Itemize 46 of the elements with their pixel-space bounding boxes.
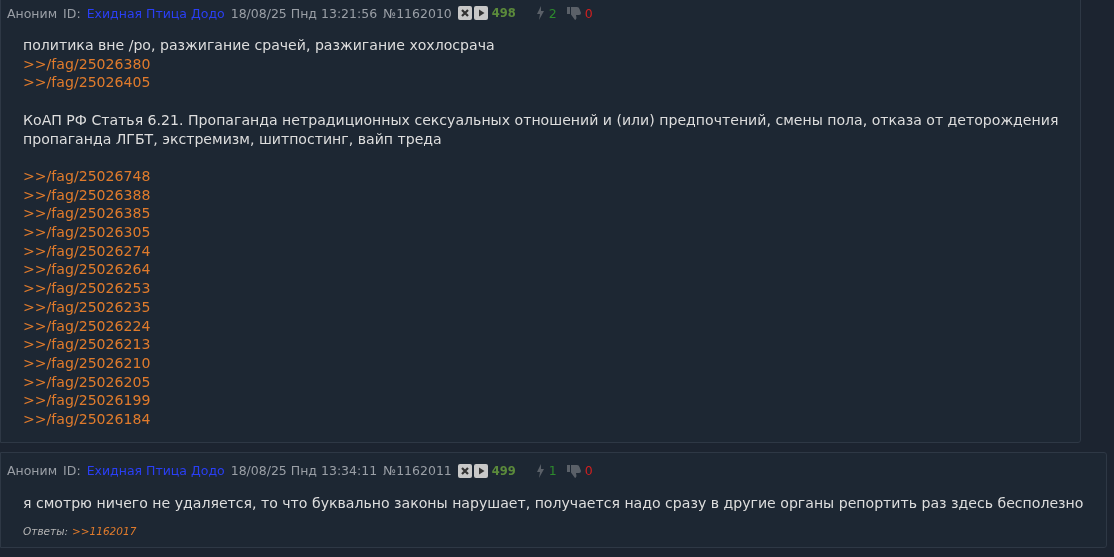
poster-id: Ехидная Птица Додо <box>86 463 225 479</box>
post-text: я смотрю ничего не удаляется, то что буквально законы нарушает, получается надо сразу в другие органы репортить раз здесь бесполезно <box>23 493 1084 513</box>
post-date: 18/08/25 Пнд 13:21:56 <box>230 5 378 21</box>
quote-link[interactable]: >>/fag/25026235 <box>23 297 151 317</box>
post-text: пропаганда ЛГБТ, экстремизм, шитпостинг, вайп треда <box>23 129 442 149</box>
quote-link[interactable]: >>/fag/25026199 <box>23 391 151 411</box>
play-icon[interactable] <box>473 463 488 478</box>
play-icon[interactable] <box>473 6 488 20</box>
quote-link[interactable]: >>/fag/25026385 <box>23 204 151 223</box>
lightning-icon[interactable] <box>535 463 545 478</box>
author-name: Аноним <box>7 5 58 21</box>
replies-label: Ответы: <box>23 525 68 538</box>
dislike-count: 0 <box>584 5 593 21</box>
quote-link[interactable]: >>/fag/25026253 <box>23 279 151 298</box>
poster-id: Ехидная Птица Додо <box>86 5 225 21</box>
like-count: 2 <box>548 5 557 21</box>
dislike-count: 0 <box>584 463 593 479</box>
quote-link[interactable]: >>/fag/25026210 <box>23 353 151 373</box>
post-date: 18/08/25 Пнд 13:34:11 <box>230 463 378 479</box>
post-index: 499 <box>491 463 516 478</box>
quote-link[interactable]: >>/fag/25026184 <box>23 410 151 429</box>
close-icon[interactable] <box>457 463 472 478</box>
post-text: политика вне /ро, разжигание срачей, разжигание хохлосрача <box>23 36 495 55</box>
post-number[interactable]: №1162010 <box>383 5 452 21</box>
lightning-icon[interactable] <box>535 6 545 20</box>
thumbs-down-icon[interactable] <box>566 6 581 20</box>
quote-link[interactable]: >>/fag/25026213 <box>23 335 151 354</box>
thumbs-down-icon[interactable] <box>566 463 581 478</box>
post-text: КоАП РФ Статья 6.21. Пропаганда нетрадиционных сексуальных отношений и (или) предпочтений, смены пола, отказа от деторождения <box>23 110 1059 130</box>
quote-link[interactable]: >>/fag/25026748 <box>23 166 151 186</box>
quote-link[interactable]: >>/fag/25026224 <box>23 316 151 336</box>
quote-link[interactable]: >>/fag/25026205 <box>23 372 151 392</box>
reply-link[interactable]: >>1162017 <box>72 525 137 538</box>
id-label: ID: <box>63 5 81 21</box>
id-label: ID: <box>63 463 81 479</box>
quote-link[interactable]: >>/fag/25026264 <box>23 260 151 280</box>
quote-link[interactable]: >>/fag/25026305 <box>23 223 151 242</box>
quote-link[interactable]: >>/fag/25026274 <box>23 241 151 261</box>
like-count: 1 <box>548 463 557 479</box>
quote-link[interactable]: >>/fag/25026388 <box>23 185 151 205</box>
author-name: Аноним <box>7 463 58 479</box>
quote-link[interactable]: >>/fag/25026380 <box>23 54 151 74</box>
close-icon[interactable] <box>457 6 472 20</box>
post-number[interactable]: №1162011 <box>383 463 452 479</box>
post-index: 498 <box>491 6 516 20</box>
quote-link[interactable]: >>/fag/25026405 <box>23 73 151 93</box>
